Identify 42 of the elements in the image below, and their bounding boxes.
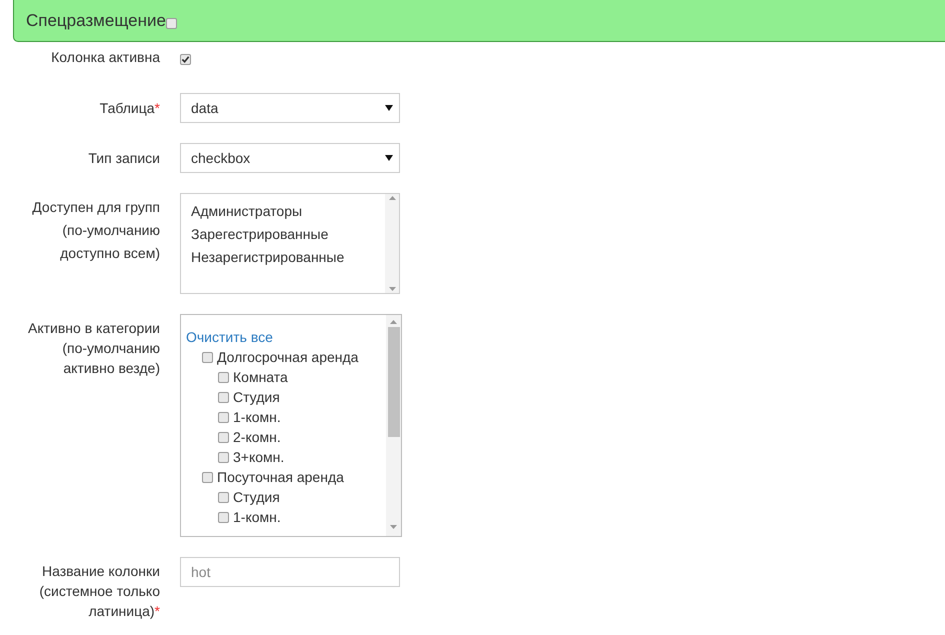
checkbox[interactable]: [180, 54, 191, 65]
scroll-down-icon[interactable]: [390, 525, 397, 529]
scroll-up-icon[interactable]: [388, 196, 396, 200]
panel-title: Спецразмещение: [26, 10, 166, 32]
category-label[interactable]: 2-комн.: [233, 427, 281, 447]
select-field[interactable]: checkbox: [180, 143, 400, 173]
field-label: Таблица*: [98, 99, 160, 118]
checkbox[interactable]: [218, 512, 229, 522]
checkbox[interactable]: [218, 372, 229, 382]
field-label: Тип записи: [87, 149, 160, 168]
listbox[interactable]: Администраторы Зарегестрированные Незарегистрированные: [180, 193, 400, 294]
select-field[interactable]: data: [180, 93, 400, 123]
checkbox[interactable]: [218, 452, 229, 462]
listbox-option[interactable]: Незарегистрированные: [191, 246, 375, 269]
category-label[interactable]: 1-комн.: [233, 507, 281, 527]
field-label: Доступен для групп (по-умолчанию доступно всем): [31, 198, 160, 263]
checkbox[interactable]: [218, 492, 229, 502]
dropdown-caret-icon[interactable]: [385, 105, 393, 111]
listbox-option[interactable]: Зарегестрированные: [191, 223, 375, 246]
category-label[interactable]: Студия: [233, 487, 280, 507]
checkbox[interactable]: [166, 18, 177, 29]
field-label: Название колонки (системное только латиница)*: [38, 562, 160, 621]
field-label: Колонка активна: [50, 48, 160, 67]
checkbox[interactable]: [202, 472, 213, 482]
clear-all-link[interactable]: Очистить все: [186, 329, 273, 345]
scroll-down-icon[interactable]: [388, 287, 396, 291]
category-label[interactable]: Долгосрочная аренда: [217, 347, 358, 367]
category-label[interactable]: Студия: [233, 387, 280, 407]
listbox-option[interactable]: Администраторы: [191, 200, 375, 223]
checkbox[interactable]: [202, 352, 213, 362]
category-label[interactable]: 1-комн.: [233, 407, 281, 427]
scroll-up-icon[interactable]: [390, 320, 397, 324]
category-label[interactable]: Комната: [233, 367, 288, 387]
dropdown-caret-icon[interactable]: [385, 155, 393, 161]
field-label: Активно в категории (по-умолчанию активно везде): [27, 319, 160, 378]
scrollbar-thumb[interactable]: [388, 327, 400, 437]
checkbox[interactable]: [218, 392, 229, 402]
category-label[interactable]: Посуточная аренда: [217, 467, 344, 487]
text-field[interactable]: hot: [180, 557, 400, 587]
checkbox[interactable]: [218, 412, 229, 422]
checkbox[interactable]: [218, 432, 229, 442]
category-label[interactable]: 3+комн.: [233, 447, 284, 467]
